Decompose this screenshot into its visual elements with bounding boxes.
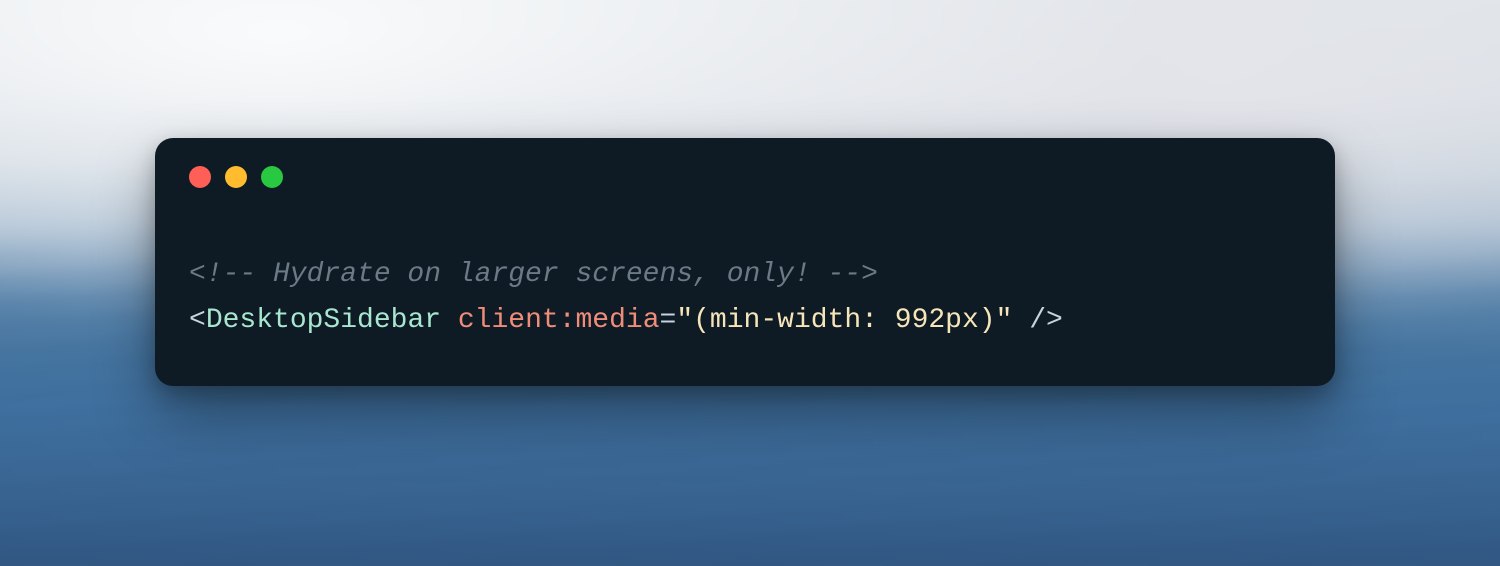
code-token-equals: =	[660, 305, 677, 336]
code-block: <!-- Hydrate on larger screens, only! --…	[189, 252, 1301, 344]
code-token-string: "(min-width: 992px)"	[676, 305, 1012, 336]
code-window: <!-- Hydrate on larger screens, only! --…	[155, 138, 1335, 386]
zoom-icon[interactable]	[261, 166, 283, 188]
code-token-close-bracket: />	[1012, 305, 1062, 336]
code-comment: <!-- Hydrate on larger screens, only! --…	[189, 259, 878, 290]
code-token-space	[441, 305, 458, 336]
close-icon[interactable]	[189, 166, 211, 188]
minimize-icon[interactable]	[225, 166, 247, 188]
code-token-tag-name: DesktopSidebar	[206, 305, 441, 336]
code-token-attr-name: client:media	[458, 305, 660, 336]
window-traffic-lights	[189, 166, 1301, 188]
code-token-open-bracket: <	[189, 305, 206, 336]
